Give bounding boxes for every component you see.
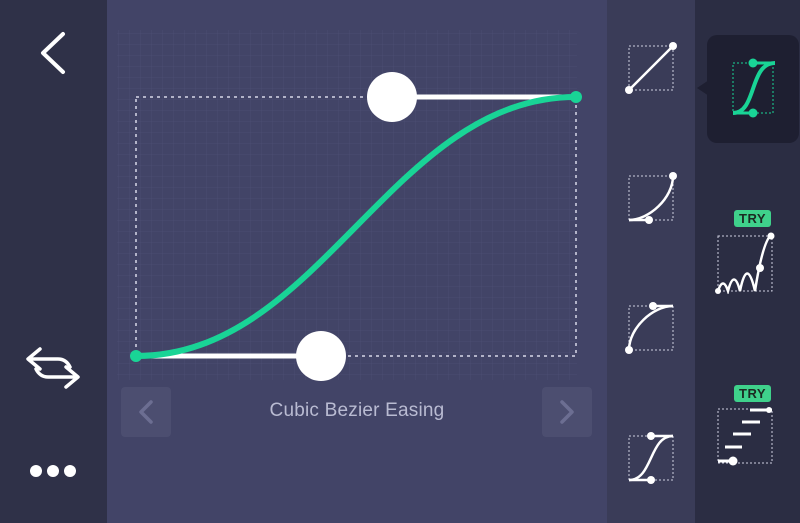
steps-mode[interactable]: TRY <box>715 385 800 475</box>
steps-try-badge: TRY <box>734 385 772 402</box>
preset-linear[interactable] <box>625 38 680 100</box>
preset-ease-in[interactable] <box>625 168 680 230</box>
curve-end-point <box>570 91 582 103</box>
preset-column <box>607 0 695 523</box>
spring-try-badge: TRY <box>734 210 772 227</box>
cubic-bezier-mode[interactable] <box>707 35 799 143</box>
left-sidebar <box>0 0 107 523</box>
preset-ease-out[interactable] <box>625 298 680 360</box>
swap-arrows-icon[interactable] <box>22 343 84 393</box>
easing-caption: Cubic Bezier Easing <box>269 400 445 421</box>
curve-start-point <box>130 350 142 362</box>
preset-ease-in-out[interactable] <box>625 428 680 490</box>
spring-bounce-icon <box>715 232 775 294</box>
spring-mode[interactable]: TRY <box>715 210 800 300</box>
steps-icon <box>717 407 773 466</box>
more-dots-icon[interactable] <box>28 460 78 482</box>
linear-curve-icon <box>625 42 677 94</box>
curve-editor: Cubic Bezier Easing <box>107 0 607 523</box>
back-chevron-icon[interactable] <box>33 28 73 78</box>
control-point-2-handle[interactable] <box>367 72 417 122</box>
right-sidebar: TRY TRY <box>695 0 800 523</box>
grid-background <box>117 30 577 380</box>
control-point-1-handle[interactable] <box>296 331 346 381</box>
ease-out-curve-icon <box>625 302 674 354</box>
curve-canvas <box>117 30 582 381</box>
ease-in-out-curve-icon <box>628 432 674 484</box>
ease-in-curve-icon <box>628 172 677 224</box>
cubic-bezier-icon <box>732 58 776 118</box>
